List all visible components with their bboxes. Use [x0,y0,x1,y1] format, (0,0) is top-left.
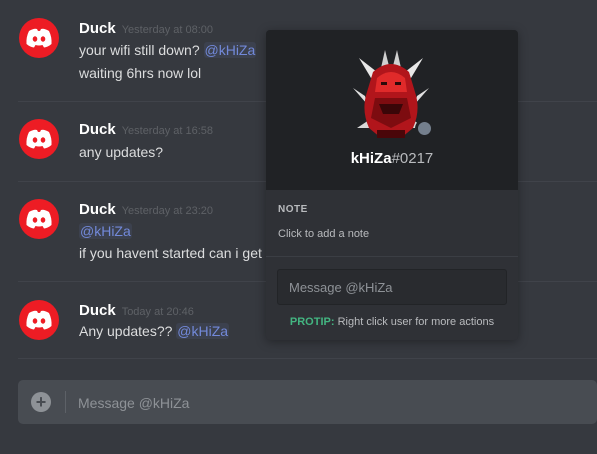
message-author[interactable]: Duck [79,302,116,319]
message-line: if you havent started can i get [79,245,262,261]
message-divider [18,358,597,359]
note-heading: NOTE [278,204,308,215]
user-mention[interactable]: @kHiZa [79,223,132,239]
profile-discriminator: #0217 [391,150,434,167]
message-header: Duck Today at 20:46 [79,302,194,320]
message-header: Duck Yesterday at 16:58 [79,121,213,139]
user-mention[interactable]: @kHiZa [203,42,257,58]
discord-logo-icon [26,209,52,229]
discord-logo-avatar[interactable] [19,119,59,159]
composer-divider [65,391,66,413]
profile-body: NOTE Click to add a note PROTIP: Right c… [266,190,518,340]
message-timestamp: Yesterday at 16:58 [121,125,214,137]
popout-divider [266,256,518,257]
message-input[interactable] [78,392,578,414]
message-header: Duck Yesterday at 23:20 [79,201,213,219]
discord-logo-avatar[interactable] [19,18,59,58]
message-line: any updates? [79,144,163,160]
protip-message: Right click user for more actions [334,316,495,328]
message-timestamp: Yesterday at 23:20 [121,205,214,217]
profile-name-tag: kHiZa#0217 [266,150,518,167]
user-profile-popout: kHiZa#0217 NOTE Click to add a note PROT… [266,30,518,340]
user-mention[interactable]: @kHiZa [176,323,230,339]
message-text: Any updates?? [79,323,173,339]
message-author[interactable]: Duck [79,121,116,138]
plus-circle-icon[interactable]: + [31,392,51,412]
message-text: waiting 6hrs now lol [79,65,202,81]
message-composer: + [18,380,597,424]
message-author[interactable]: Duck [79,201,116,218]
message-author[interactable]: Duck [79,20,116,37]
discord-logo-icon [26,28,52,48]
message-line: @kHiZa [79,223,132,239]
discord-logo-avatar[interactable] [19,300,59,340]
profile-username: kHiZa [350,150,392,167]
message-text: if you havent started can i get [79,245,262,261]
discord-logo-icon [26,129,52,149]
message-header: Duck Yesterday at 08:00 [79,20,213,38]
message-text: any updates? [79,144,164,160]
message-line: Any updates?? @kHiZa [79,323,230,339]
direct-message-input[interactable] [277,269,507,305]
message-text: your wifi still down? [79,42,200,58]
message-timestamp: Today at 20:46 [121,306,194,318]
message-line: your wifi still down? @kHiZa [79,42,257,58]
message-line: waiting 6hrs now lol [79,65,201,81]
note-field[interactable]: Click to add a note [278,228,369,240]
status-indicator [415,119,434,138]
discord-logo-avatar[interactable] [19,199,59,239]
protip-label: PROTIP: [289,316,335,328]
message-timestamp: Yesterday at 08:00 [121,24,214,36]
profile-header: kHiZa#0217 [266,30,518,190]
protip-text: PROTIP: Right click user for more action… [266,316,518,328]
discord-logo-icon [26,310,52,330]
